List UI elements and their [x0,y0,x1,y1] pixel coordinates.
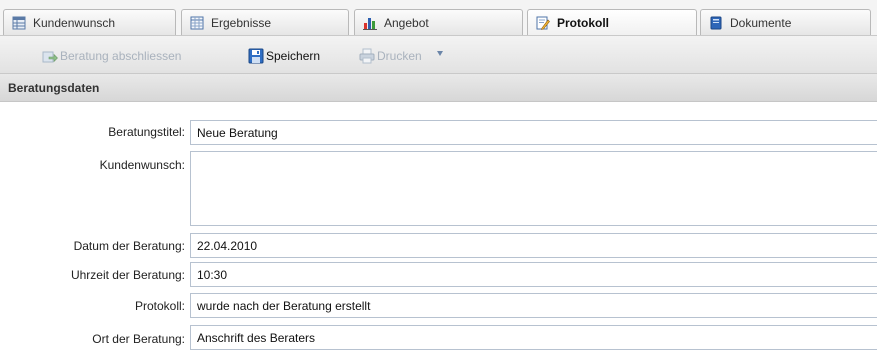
finish-consultation-button[interactable]: Beratung abschliessen [42,47,181,65]
tab-label: Kundenwunsch [33,15,116,30]
section-header-beratungsdaten: Beratungsdaten [0,74,877,102]
printer-icon [359,48,375,64]
protocol-input[interactable]: wurde nach der Beratung erstellt [190,293,877,318]
edit-document-icon [536,16,550,30]
date-value: 22.04.2010 [197,238,258,253]
place-label: Ort der Beratung: [92,332,185,346]
time-value: 10:30 [197,267,228,282]
time-label: Uhrzeit der Beratung: [70,268,185,282]
title-label: Beratungstitel: [108,125,185,139]
date-input[interactable]: 22.04.2010 [190,233,877,258]
spreadsheet-icon [190,16,204,30]
consultation-form: Beratungstitel: Neue Beratung Kundenwuns… [0,102,877,353]
tab-protokoll[interactable]: Protokoll [527,9,697,36]
tab-kundenwunsch[interactable]: Kundenwunsch [3,9,176,35]
tab-angebot[interactable]: Angebot [354,9,523,35]
document-icon [709,16,723,30]
floppy-disk-icon [248,48,264,64]
place-input[interactable]: Anschrift des Beraters [190,325,877,350]
title-input[interactable]: Neue Beratung [190,120,877,145]
print-button[interactable]: Drucken [359,47,422,65]
tab-dokumente[interactable]: Dokumente [700,9,871,35]
finish-consultation-label: Beratung abschliessen [60,49,182,63]
tab-label: Angebot [384,15,429,30]
bar-chart-icon [363,16,377,30]
tab-label: Protokoll [557,16,610,30]
save-label: Speichern [266,49,321,63]
section-title: Beratungsdaten [8,80,100,95]
export-arrow-icon [42,48,58,64]
wish-textarea[interactable] [190,151,877,226]
protocol-label: Protokoll: [134,299,185,313]
tab-label: Dokumente [730,15,792,30]
date-label: Datum der Beratung: [73,239,185,253]
table-icon [12,16,26,30]
place-value: Anschrift des Beraters [197,330,316,345]
title-value: Neue Beratung [197,125,278,140]
save-button[interactable]: Speichern [248,47,320,65]
time-input[interactable]: 10:30 [190,262,877,287]
print-label: Drucken [377,49,422,63]
dropdown-arrow-icon[interactable] [437,51,443,56]
tab-label: Ergebnisse [211,15,272,30]
wish-label: Kundenwunsch: [99,158,185,172]
tab-ergebnisse[interactable]: Ergebnisse [181,9,349,35]
toolbar: Beratung abschliessen Speichern Drucken [0,35,877,74]
tab-strip: Kundenwunsch Ergebnisse Angebot Protokol… [0,0,877,36]
protocol-value: wurde nach der Beratung erstellt [197,298,371,313]
